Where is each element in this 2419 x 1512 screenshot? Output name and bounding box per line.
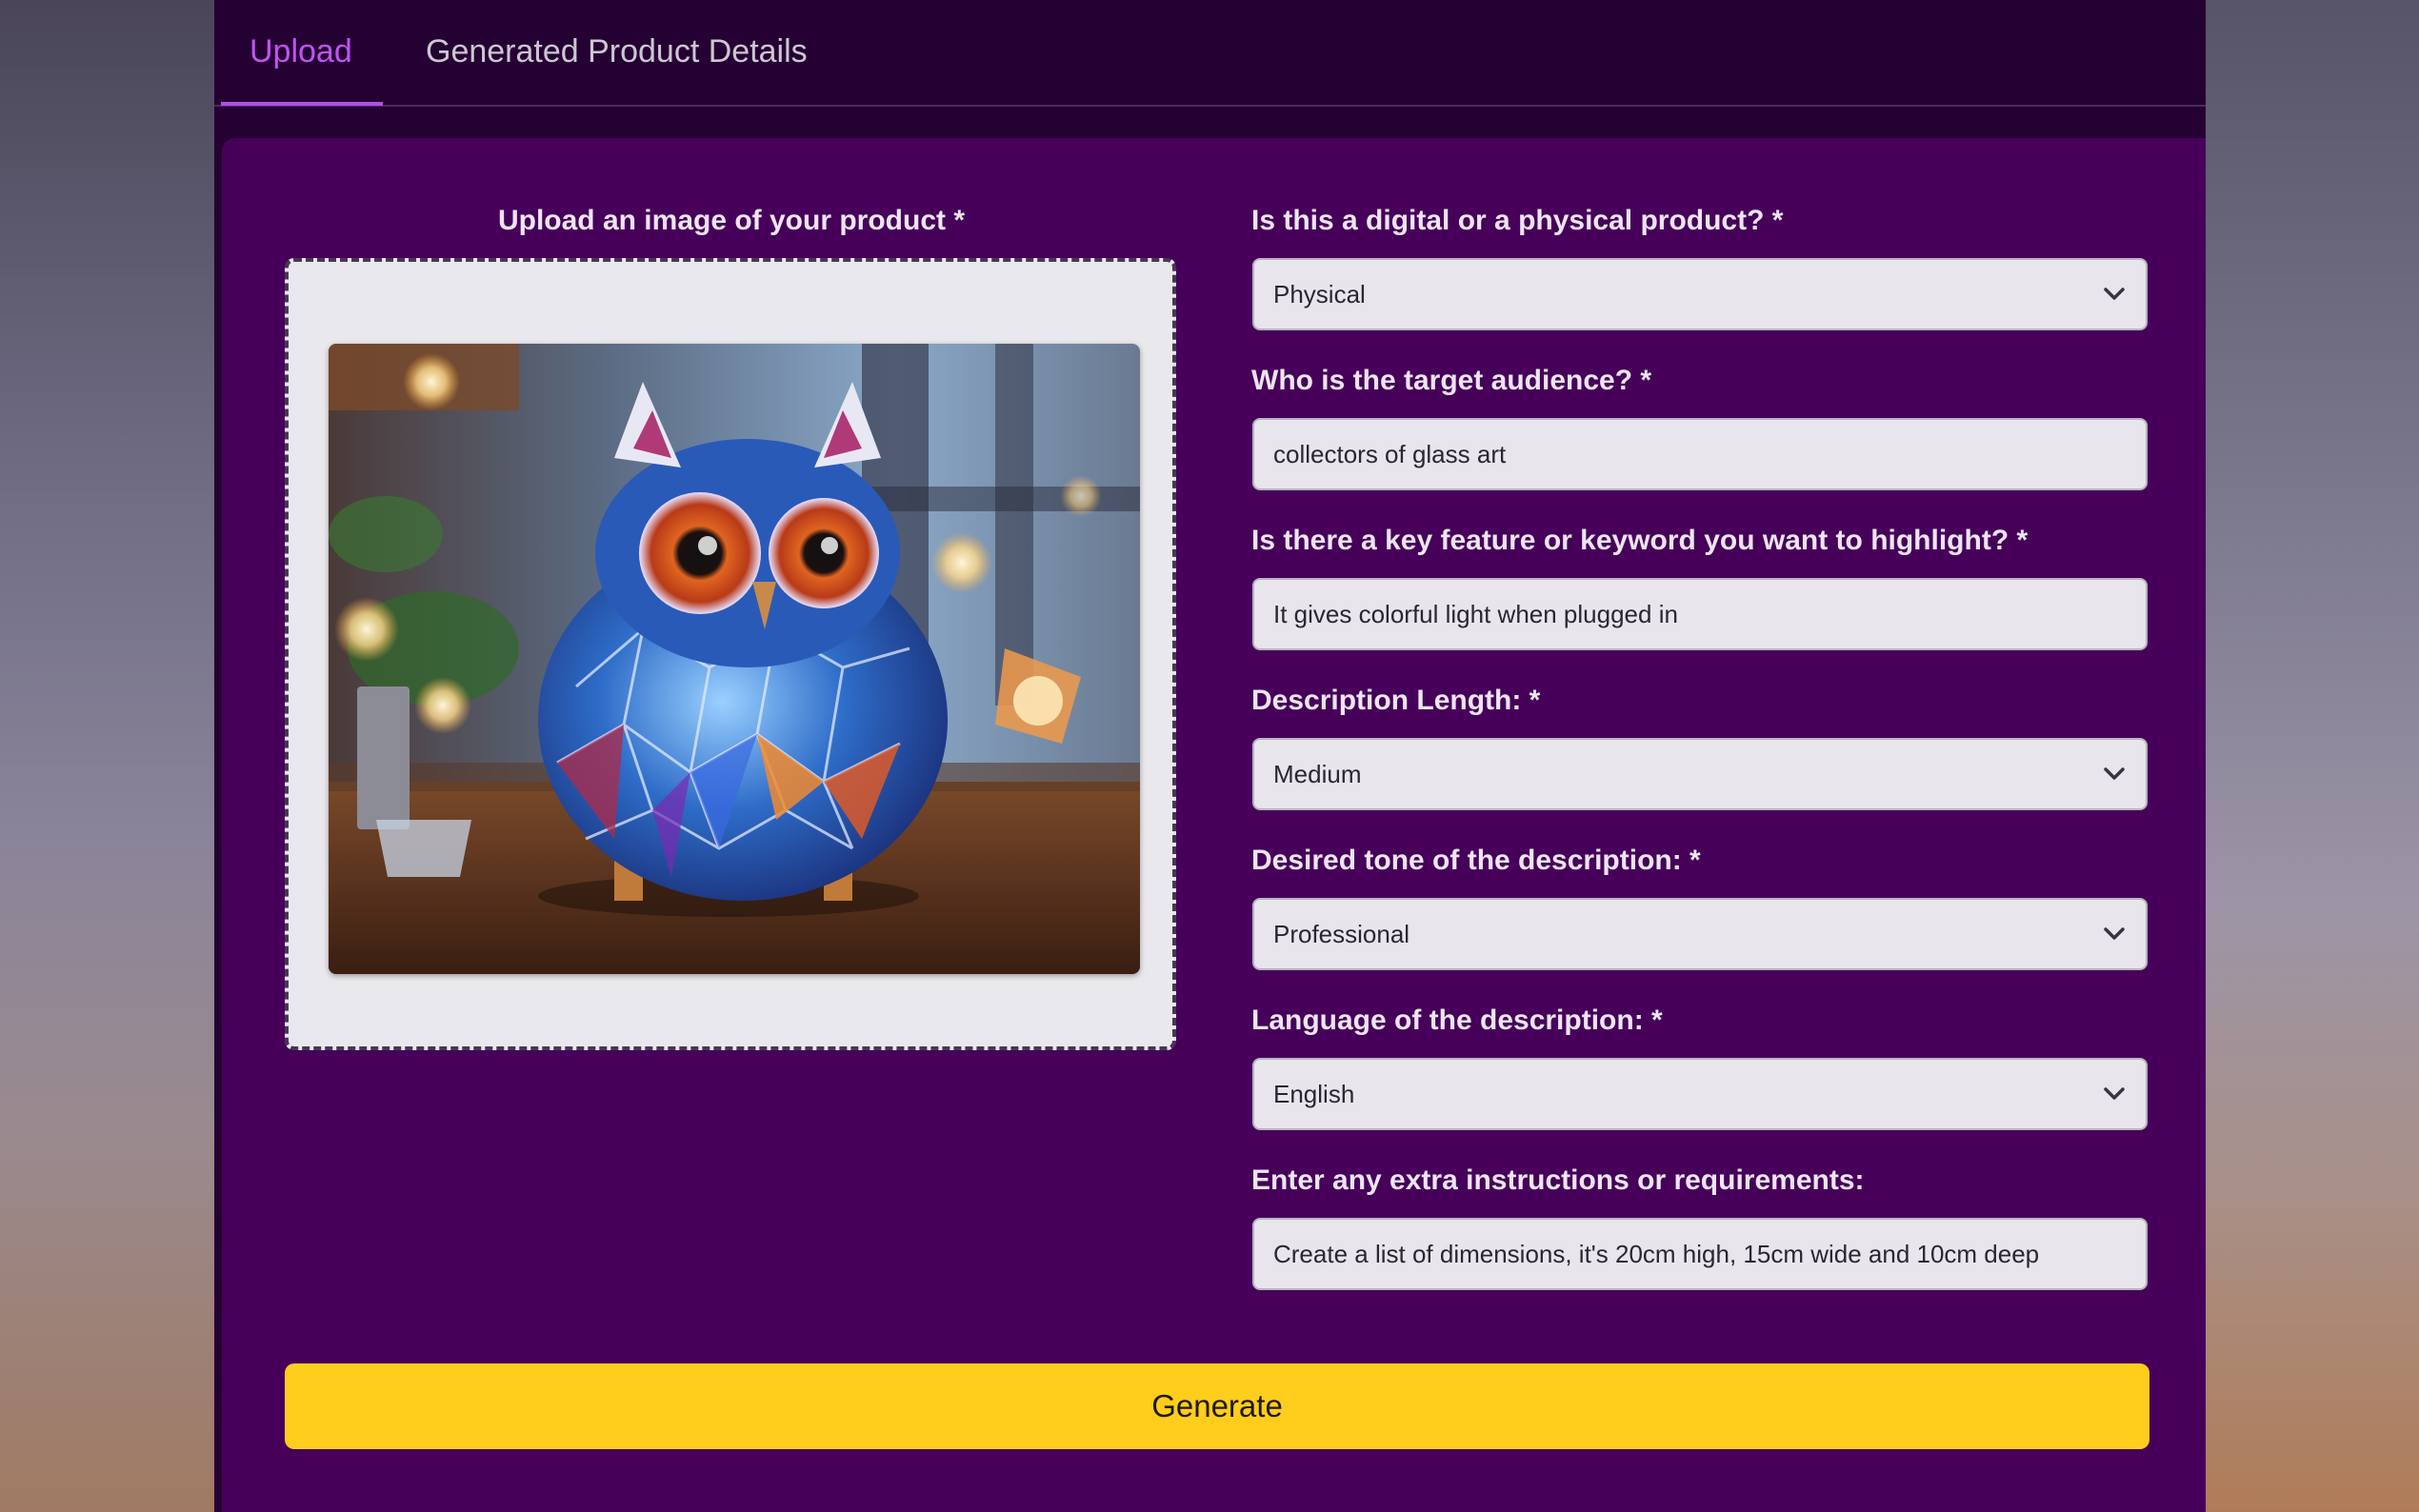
product-type-select[interactable]: Physical: [1252, 258, 2148, 330]
chevron-down-icon: [2104, 740, 2125, 808]
language-value: English: [1273, 1080, 1355, 1108]
tone-select[interactable]: Professional: [1252, 898, 2148, 970]
chevron-down-icon: [2104, 260, 2125, 328]
tab-generated-product-details[interactable]: Generated Product Details: [426, 0, 808, 107]
product-type-label: Is this a digital or a physical product?…: [1251, 205, 1784, 236]
language-label: Language of the description: *: [1251, 1005, 1663, 1036]
upload-image-label: Upload an image of your product *: [497, 205, 966, 236]
generate-button[interactable]: Generate: [285, 1363, 2149, 1449]
chevron-down-icon: [2104, 900, 2125, 968]
target-audience-input[interactable]: [1252, 418, 2148, 490]
tone-value: Professional: [1273, 920, 1410, 948]
active-tab-indicator: [221, 102, 383, 106]
tab-bar: Upload Generated Product Details: [214, 0, 2206, 107]
product-image: [329, 344, 1140, 974]
key-feature-label: Is there a key feature or keyword you wa…: [1251, 525, 2029, 556]
extra-instructions-label: Enter any extra instructions or requirem…: [1251, 1164, 1865, 1196]
language-select[interactable]: English: [1252, 1058, 2148, 1130]
tone-label: Desired tone of the description: *: [1251, 845, 1701, 876]
target-audience-label: Who is the target audience? *: [1251, 365, 1652, 396]
product-type-value: Physical: [1273, 280, 1366, 308]
chevron-down-icon: [2104, 1060, 2125, 1128]
description-length-label: Description Length: *: [1251, 685, 1541, 716]
description-length-select[interactable]: Medium: [1252, 738, 2148, 810]
description-length-value: Medium: [1273, 760, 1362, 788]
app-window: Upload Generated Product Details Upload …: [214, 0, 2206, 1512]
image-dropzone[interactable]: [285, 258, 1176, 1050]
key-feature-input[interactable]: [1252, 578, 2148, 650]
background-right: [2206, 0, 2419, 1512]
upload-panel: Upload an image of your product * Is thi…: [222, 138, 2206, 1512]
extra-instructions-input[interactable]: [1252, 1218, 2148, 1290]
tab-upload[interactable]: Upload: [250, 0, 352, 107]
